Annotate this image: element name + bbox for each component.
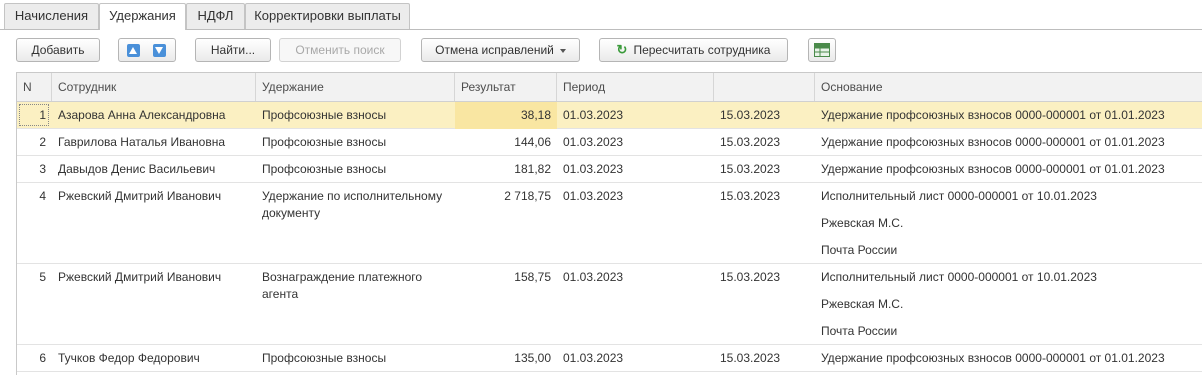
basis-cell-line: Удержание профсоюзных взносов 0000-00000…: [821, 162, 1165, 176]
focused-cell-outline: [19, 104, 49, 126]
basis-cell-line: Исполнительный лист 0000-000001 от 10.01…: [821, 270, 1097, 284]
basis-cell-line: Почта России: [821, 243, 898, 257]
deduction-cell: Вознаграждение платежного агента: [262, 270, 423, 301]
column-header-period-end[interactable]: [714, 73, 815, 101]
period-end-cell: 15.03.2023: [720, 162, 781, 176]
tab-payment-corrections[interactable]: Корректировки выплаты: [245, 3, 410, 29]
deduction-cell: Профсоюзные взносы: [262, 108, 387, 122]
table-row[interactable]: 4 Ржевский Дмитрий Иванович Удержание по и…: [17, 183, 1202, 264]
recalc-employee-button[interactable]: ↻ Пересчитать сотрудника: [599, 38, 788, 62]
result-cell: 181,82: [514, 162, 551, 176]
result-cell: 38,18: [455, 102, 557, 129]
column-header-period[interactable]: Период: [557, 73, 714, 101]
move-down-icon[interactable]: [153, 44, 166, 57]
recalc-label: Пересчитать сотрудника: [633, 43, 771, 57]
employee-cell: Тучков Федор Федорович: [58, 351, 200, 365]
basis-cell-line: Удержание профсоюзных взносов 0000-00000…: [821, 135, 1165, 149]
add-button[interactable]: Добавить: [16, 38, 100, 62]
column-header-basis[interactable]: Основание: [815, 73, 1202, 101]
employee-cell: Давыдов Денис Васильевич: [58, 162, 216, 176]
employee-cell: Азарова Анна Александровна: [58, 108, 226, 122]
row-number: 5: [39, 270, 46, 284]
table-row[interactable]: 6 Тучков Федор Федорович Профсоюзные взнос…: [17, 345, 1202, 372]
result-cell: 144,06: [514, 135, 551, 149]
basis-cell-line: Почта России: [821, 324, 898, 338]
table-row[interactable]: 5 Ржевский Дмитрий Иванович Вознаграждение…: [17, 264, 1202, 345]
period-start-cell: 01.03.2023: [563, 351, 624, 365]
corrections-dropdown[interactable]: Отмена исправлений: [421, 38, 580, 62]
table-header: N Сотрудник Удержание Результат Период О…: [17, 73, 1202, 102]
column-header-deduction[interactable]: Удержание: [256, 73, 455, 101]
period-end-cell: 15.03.2023: [720, 135, 781, 149]
employee-cell: Ржевский Дмитрий Иванович: [58, 270, 222, 284]
period-start-cell: 01.03.2023: [563, 189, 624, 203]
find-button[interactable]: Найти...: [195, 38, 271, 62]
row-number: 3: [39, 162, 46, 176]
result-cell: 158,75: [514, 270, 551, 284]
period-start-cell: 01.03.2023: [563, 162, 624, 176]
period-start-cell: 01.03.2023: [563, 270, 624, 284]
refresh-icon: ↻: [616, 42, 628, 57]
basis-cell-line: Ржевская М.С.: [821, 297, 904, 311]
period-end-cell: 15.03.2023: [720, 351, 781, 365]
table-settings-button[interactable]: [808, 38, 836, 62]
tab-ndfl[interactable]: НДФЛ: [186, 3, 245, 29]
row-number: 4: [39, 189, 46, 203]
table-row[interactable]: 1 Азарова Анна Александровна Профсоюзные в…: [17, 102, 1202, 129]
period-end-cell: 15.03.2023: [720, 189, 781, 203]
column-header-employee[interactable]: Сотрудник: [52, 73, 256, 101]
row-number: 2: [39, 135, 46, 149]
tab-bar: Начисления Удержания НДФЛ Корректировки …: [0, 0, 1202, 30]
period-end-cell: 15.03.2023: [720, 108, 781, 122]
result-cell: 2 718,75: [504, 189, 551, 203]
tab-accruals[interactable]: Начисления: [4, 3, 99, 29]
employee-cell: Гаврилова Наталья Ивановна: [58, 135, 226, 149]
column-header-result[interactable]: Результат: [455, 73, 557, 101]
period-end-cell: 15.03.2023: [720, 270, 781, 284]
deductions-table: N Сотрудник Удержание Результат Период О…: [16, 72, 1202, 375]
cancel-search-button[interactable]: Отменить поиск: [279, 38, 401, 62]
basis-cell-line: Удержание профсоюзных взносов 0000-00000…: [821, 351, 1165, 365]
deduction-cell: Удержание по исполнительному документу: [262, 189, 443, 220]
period-start-cell: 01.03.2023: [563, 108, 624, 122]
move-buttons: [118, 38, 176, 62]
corrections-label: Отмена исправлений: [435, 43, 554, 57]
result-cell: 135,00: [514, 351, 551, 365]
deduction-cell: Профсоюзные взносы: [262, 135, 387, 149]
basis-cell-line: Ржевская М.С.: [821, 216, 904, 230]
basis-cell-line: Удержание профсоюзных взносов 0000-00000…: [821, 108, 1165, 122]
spreadsheet-icon: [814, 43, 830, 57]
row-number: 6: [39, 351, 46, 365]
table-row[interactable]: 3 Давыдов Денис Васильевич Профсоюзные взн…: [17, 156, 1202, 183]
deduction-cell: Профсоюзные взносы: [262, 162, 387, 176]
move-up-icon[interactable]: [127, 44, 140, 57]
deduction-cell: Профсоюзные взносы: [262, 351, 387, 365]
table-row[interactable]: 2 Гаврилова Наталья Ивановна Профсоюзные в…: [17, 129, 1202, 156]
employee-cell: Ржевский Дмитрий Иванович: [58, 189, 222, 203]
column-header-n[interactable]: N: [17, 73, 52, 101]
tab-deductions[interactable]: Удержания: [99, 3, 186, 30]
basis-cell-line: Исполнительный лист 0000-000001 от 10.01…: [821, 189, 1097, 203]
period-start-cell: 01.03.2023: [563, 135, 624, 149]
chevron-down-icon: [559, 48, 566, 53]
